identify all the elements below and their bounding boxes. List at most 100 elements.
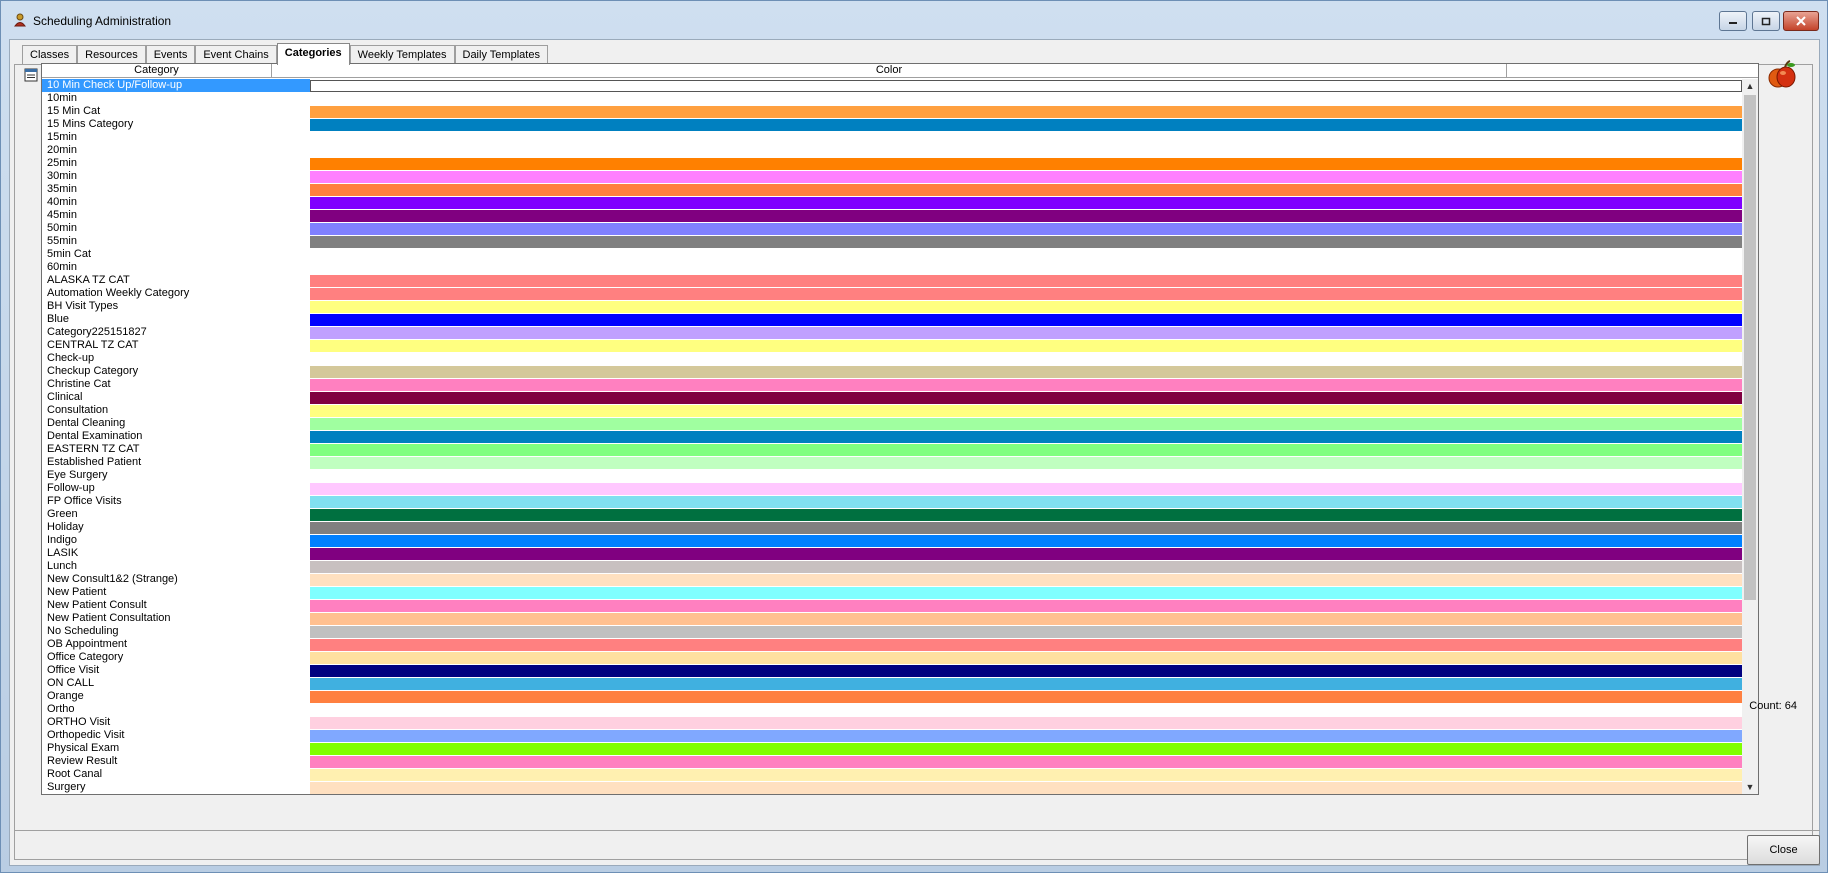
table-row[interactable]: Check-up: [42, 352, 1742, 365]
color-swatch-cell[interactable]: [310, 236, 1742, 248]
table-row[interactable]: Physical Exam: [42, 742, 1742, 755]
table-row[interactable]: 55min: [42, 235, 1742, 248]
color-swatch-cell[interactable]: [310, 301, 1742, 313]
color-swatch-cell[interactable]: [310, 106, 1742, 118]
color-swatch-cell[interactable]: [310, 431, 1742, 443]
table-row[interactable]: Holiday: [42, 521, 1742, 534]
table-row[interactable]: 40min: [42, 196, 1742, 209]
table-row[interactable]: 45min: [42, 209, 1742, 222]
table-row[interactable]: Category225151827: [42, 326, 1742, 339]
color-swatch-cell[interactable]: [310, 730, 1742, 742]
table-row[interactable]: New Patient Consult: [42, 599, 1742, 612]
window-close-button[interactable]: [1783, 11, 1819, 31]
table-row[interactable]: Surgery: [42, 781, 1742, 794]
table-row[interactable]: Clinical: [42, 391, 1742, 404]
table-row[interactable]: Blue: [42, 313, 1742, 326]
maximize-button[interactable]: [1752, 11, 1780, 31]
table-row[interactable]: Christine Cat: [42, 378, 1742, 391]
table-row[interactable]: New Patient Consultation: [42, 612, 1742, 625]
color-swatch-cell[interactable]: [310, 418, 1742, 430]
table-row[interactable]: 25min: [42, 157, 1742, 170]
table-row[interactable]: Checkup Category: [42, 365, 1742, 378]
table-row[interactable]: 15 Mins Category: [42, 118, 1742, 131]
color-swatch-cell[interactable]: [310, 145, 1742, 157]
table-row[interactable]: ALASKA TZ CAT: [42, 274, 1742, 287]
color-swatch-cell[interactable]: [310, 405, 1742, 417]
color-swatch-cell[interactable]: [310, 782, 1742, 794]
color-swatch-cell[interactable]: [310, 93, 1742, 105]
color-swatch-cell[interactable]: [310, 509, 1742, 521]
table-row[interactable]: Ortho: [42, 703, 1742, 716]
color-swatch-cell[interactable]: [310, 483, 1742, 495]
color-swatch-cell[interactable]: [310, 210, 1742, 222]
scroll-down-icon[interactable]: ▼: [1742, 780, 1758, 794]
column-header-color[interactable]: Color: [272, 64, 1507, 78]
color-swatch-cell[interactable]: [310, 366, 1742, 378]
table-row[interactable]: ON CALL: [42, 677, 1742, 690]
table-row[interactable]: 15min: [42, 131, 1742, 144]
color-swatch-cell[interactable]: [310, 288, 1742, 300]
table-row[interactable]: 35min: [42, 183, 1742, 196]
table-row[interactable]: Dental Examination: [42, 430, 1742, 443]
color-swatch-cell[interactable]: [310, 769, 1742, 781]
tab-weekly-templates[interactable]: Weekly Templates: [349, 45, 455, 65]
table-row[interactable]: Consultation: [42, 404, 1742, 417]
color-swatch-cell[interactable]: [310, 548, 1742, 560]
color-swatch-cell[interactable]: [310, 496, 1742, 508]
table-row[interactable]: LASIK: [42, 547, 1742, 560]
color-swatch-cell[interactable]: [310, 314, 1742, 326]
color-swatch-cell[interactable]: [310, 249, 1742, 261]
color-swatch-cell[interactable]: [310, 353, 1742, 365]
table-row[interactable]: 60min: [42, 261, 1742, 274]
table-row[interactable]: Office Visit: [42, 664, 1742, 677]
table-row[interactable]: 10min: [42, 92, 1742, 105]
color-swatch-cell[interactable]: [310, 158, 1742, 170]
color-swatch-cell[interactable]: [310, 613, 1742, 625]
color-swatch-cell[interactable]: [310, 678, 1742, 690]
color-swatch-cell[interactable]: [310, 665, 1742, 677]
scroll-thumb[interactable]: [1744, 95, 1756, 600]
color-swatch-cell[interactable]: [310, 340, 1742, 352]
table-row[interactable]: Established Patient: [42, 456, 1742, 469]
color-swatch-cell[interactable]: [310, 535, 1742, 547]
color-swatch-cell[interactable]: [310, 574, 1742, 586]
table-row[interactable]: Review Result: [42, 755, 1742, 768]
color-swatch-cell[interactable]: [310, 587, 1742, 599]
color-swatch-cell[interactable]: [310, 444, 1742, 456]
table-row[interactable]: Eye Surgery: [42, 469, 1742, 482]
color-swatch-cell[interactable]: [310, 392, 1742, 404]
vertical-scrollbar[interactable]: ▲ ▼: [1742, 79, 1758, 794]
categories-grid[interactable]: Category Color 10 Min Check Up/Follow-up…: [41, 63, 1759, 795]
table-row[interactable]: 30min: [42, 170, 1742, 183]
color-swatch-cell[interactable]: [310, 743, 1742, 755]
table-row[interactable]: BH Visit Types: [42, 300, 1742, 313]
close-button[interactable]: Close: [1747, 835, 1820, 865]
table-row[interactable]: Orange: [42, 690, 1742, 703]
color-swatch-cell[interactable]: [310, 561, 1742, 573]
color-swatch-cell[interactable]: [310, 717, 1742, 729]
color-swatch-cell[interactable]: [310, 522, 1742, 534]
color-swatch-cell[interactable]: [310, 704, 1742, 716]
table-row[interactable]: 10 Min Check Up/Follow-up: [42, 79, 1742, 92]
grid-settings-icon[interactable]: [24, 68, 38, 82]
table-row[interactable]: Root Canal: [42, 768, 1742, 781]
color-swatch-cell[interactable]: [310, 119, 1742, 131]
color-swatch-cell[interactable]: [310, 132, 1742, 144]
color-swatch-cell[interactable]: [310, 457, 1742, 469]
table-row[interactable]: Orthopedic Visit: [42, 729, 1742, 742]
table-row[interactable]: Follow-up: [42, 482, 1742, 495]
table-row[interactable]: Indigo: [42, 534, 1742, 547]
table-row[interactable]: Green: [42, 508, 1742, 521]
tab-daily-templates[interactable]: Daily Templates: [454, 45, 548, 65]
table-row[interactable]: CENTRAL TZ CAT: [42, 339, 1742, 352]
color-swatch-cell[interactable]: [310, 600, 1742, 612]
color-swatch-cell[interactable]: [310, 80, 1742, 92]
tab-resources[interactable]: Resources: [77, 45, 146, 65]
color-swatch-cell[interactable]: [310, 691, 1742, 703]
table-row[interactable]: Automation Weekly Category: [42, 287, 1742, 300]
color-swatch-cell[interactable]: [310, 756, 1742, 768]
column-header-category[interactable]: Category: [42, 64, 272, 78]
table-row[interactable]: New Patient: [42, 586, 1742, 599]
tab-categories[interactable]: Categories: [276, 43, 350, 65]
tab-event-chains[interactable]: Event Chains: [195, 45, 277, 65]
